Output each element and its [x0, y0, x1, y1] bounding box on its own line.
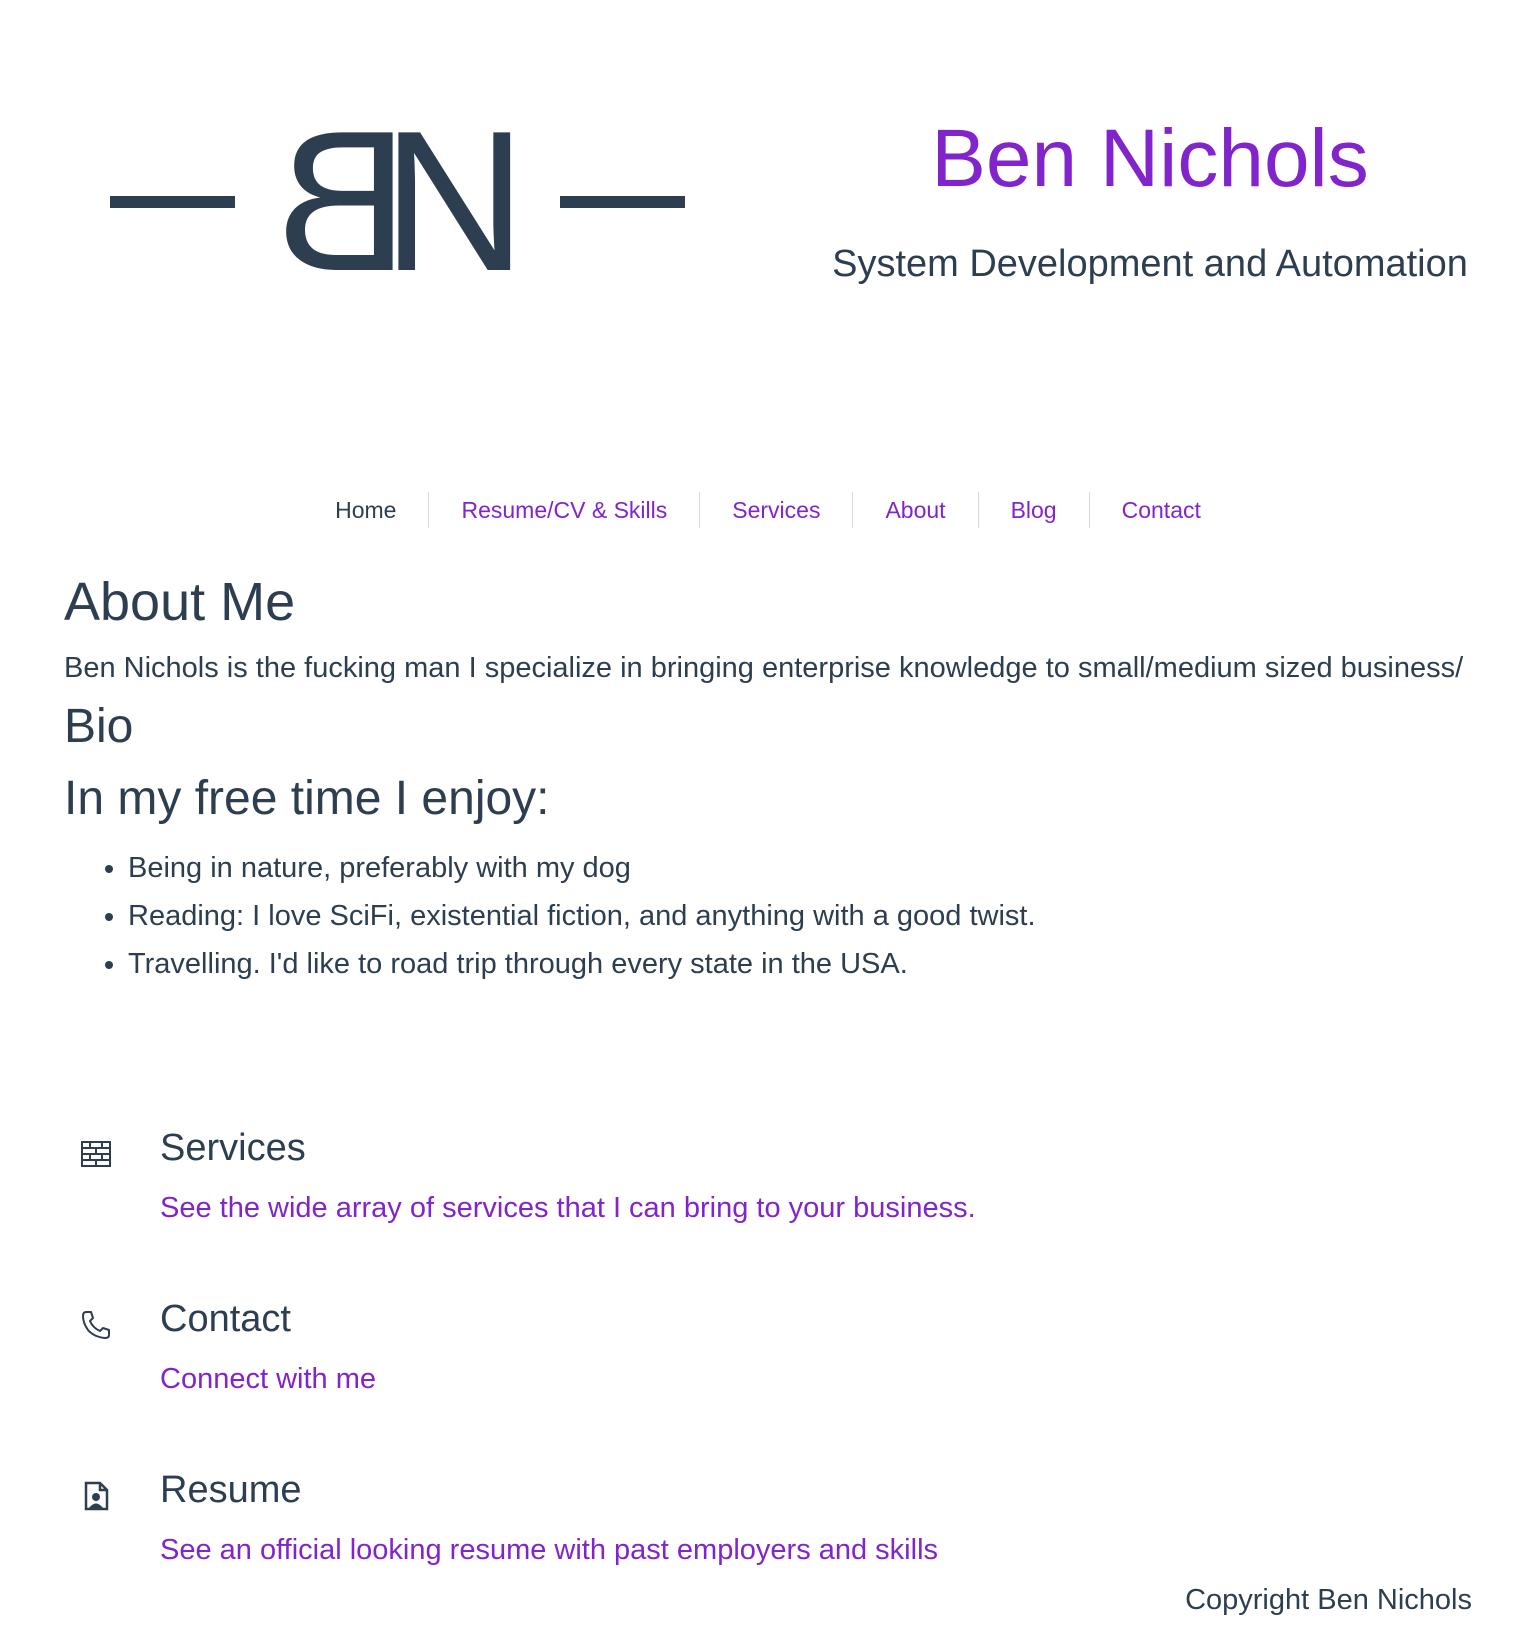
feature-services: Services See the wide array of services … [64, 1124, 1474, 1295]
main-nav: Home Resume/CV & Skills Services About B… [0, 490, 1536, 530]
nav-item-about[interactable]: About [852, 492, 977, 528]
feature-title-resume: Resume [160, 1469, 302, 1511]
list-item: Reading: I love SciFi, existential ficti… [128, 892, 1474, 940]
about-section: About Me Ben Nichols is the fucking man … [64, 568, 1474, 988]
nav-item-contact[interactable]: Contact [1088, 492, 1233, 528]
site-tagline: System Development and Automation [832, 243, 1468, 285]
nav-item-services[interactable]: Services [699, 492, 852, 528]
contact-link[interactable]: Connect with me [160, 1359, 376, 1399]
feature-contact: Contact Connect with me [64, 1295, 1474, 1466]
site-logo[interactable]: B N [110, 120, 720, 300]
nav-item-blog[interactable]: Blog [977, 492, 1089, 528]
bn-monogram-logo: B N [110, 120, 685, 300]
logo-letters: B N [276, 120, 527, 300]
site-header: B N Ben Nichols System Development and A… [0, 0, 1536, 460]
page: B N Ben Nichols System Development and A… [0, 0, 1536, 1640]
about-heading: About Me [64, 572, 296, 632]
logo-n: N [382, 120, 526, 300]
list-item: Travelling. I'd like to road trip throug… [128, 940, 1474, 988]
hobbies-list: Being in nature, preferably with my dog … [64, 844, 1474, 988]
resume-file-icon [80, 1480, 112, 1512]
feature-title-contact: Contact [160, 1298, 291, 1340]
services-link[interactable]: See the wide array of services that I ca… [160, 1188, 976, 1228]
feature-title-services: Services [160, 1127, 306, 1169]
logo-right-dash [560, 196, 685, 208]
nav-item-home[interactable]: Home [303, 492, 428, 528]
feature-list: Services See the wide array of services … [64, 1124, 1474, 1637]
bio-heading: Bio [64, 700, 134, 753]
phone-icon [80, 1309, 112, 1341]
about-intro: Ben Nichols is the fucking man I special… [64, 652, 1464, 684]
logo-left-dash [110, 196, 235, 208]
brick-wall-icon [80, 1138, 112, 1170]
site-title[interactable]: Ben Nichols [820, 112, 1480, 206]
footer-copyright: Copyright Ben Nichols [1185, 1584, 1472, 1616]
nav-item-resume-cv-skills[interactable]: Resume/CV & Skills [428, 492, 699, 528]
free-time-heading: In my free time I enjoy: [64, 772, 550, 825]
list-item: Being in nature, preferably with my dog [128, 844, 1474, 892]
resume-link[interactable]: See an official looking resume with past… [160, 1530, 938, 1570]
